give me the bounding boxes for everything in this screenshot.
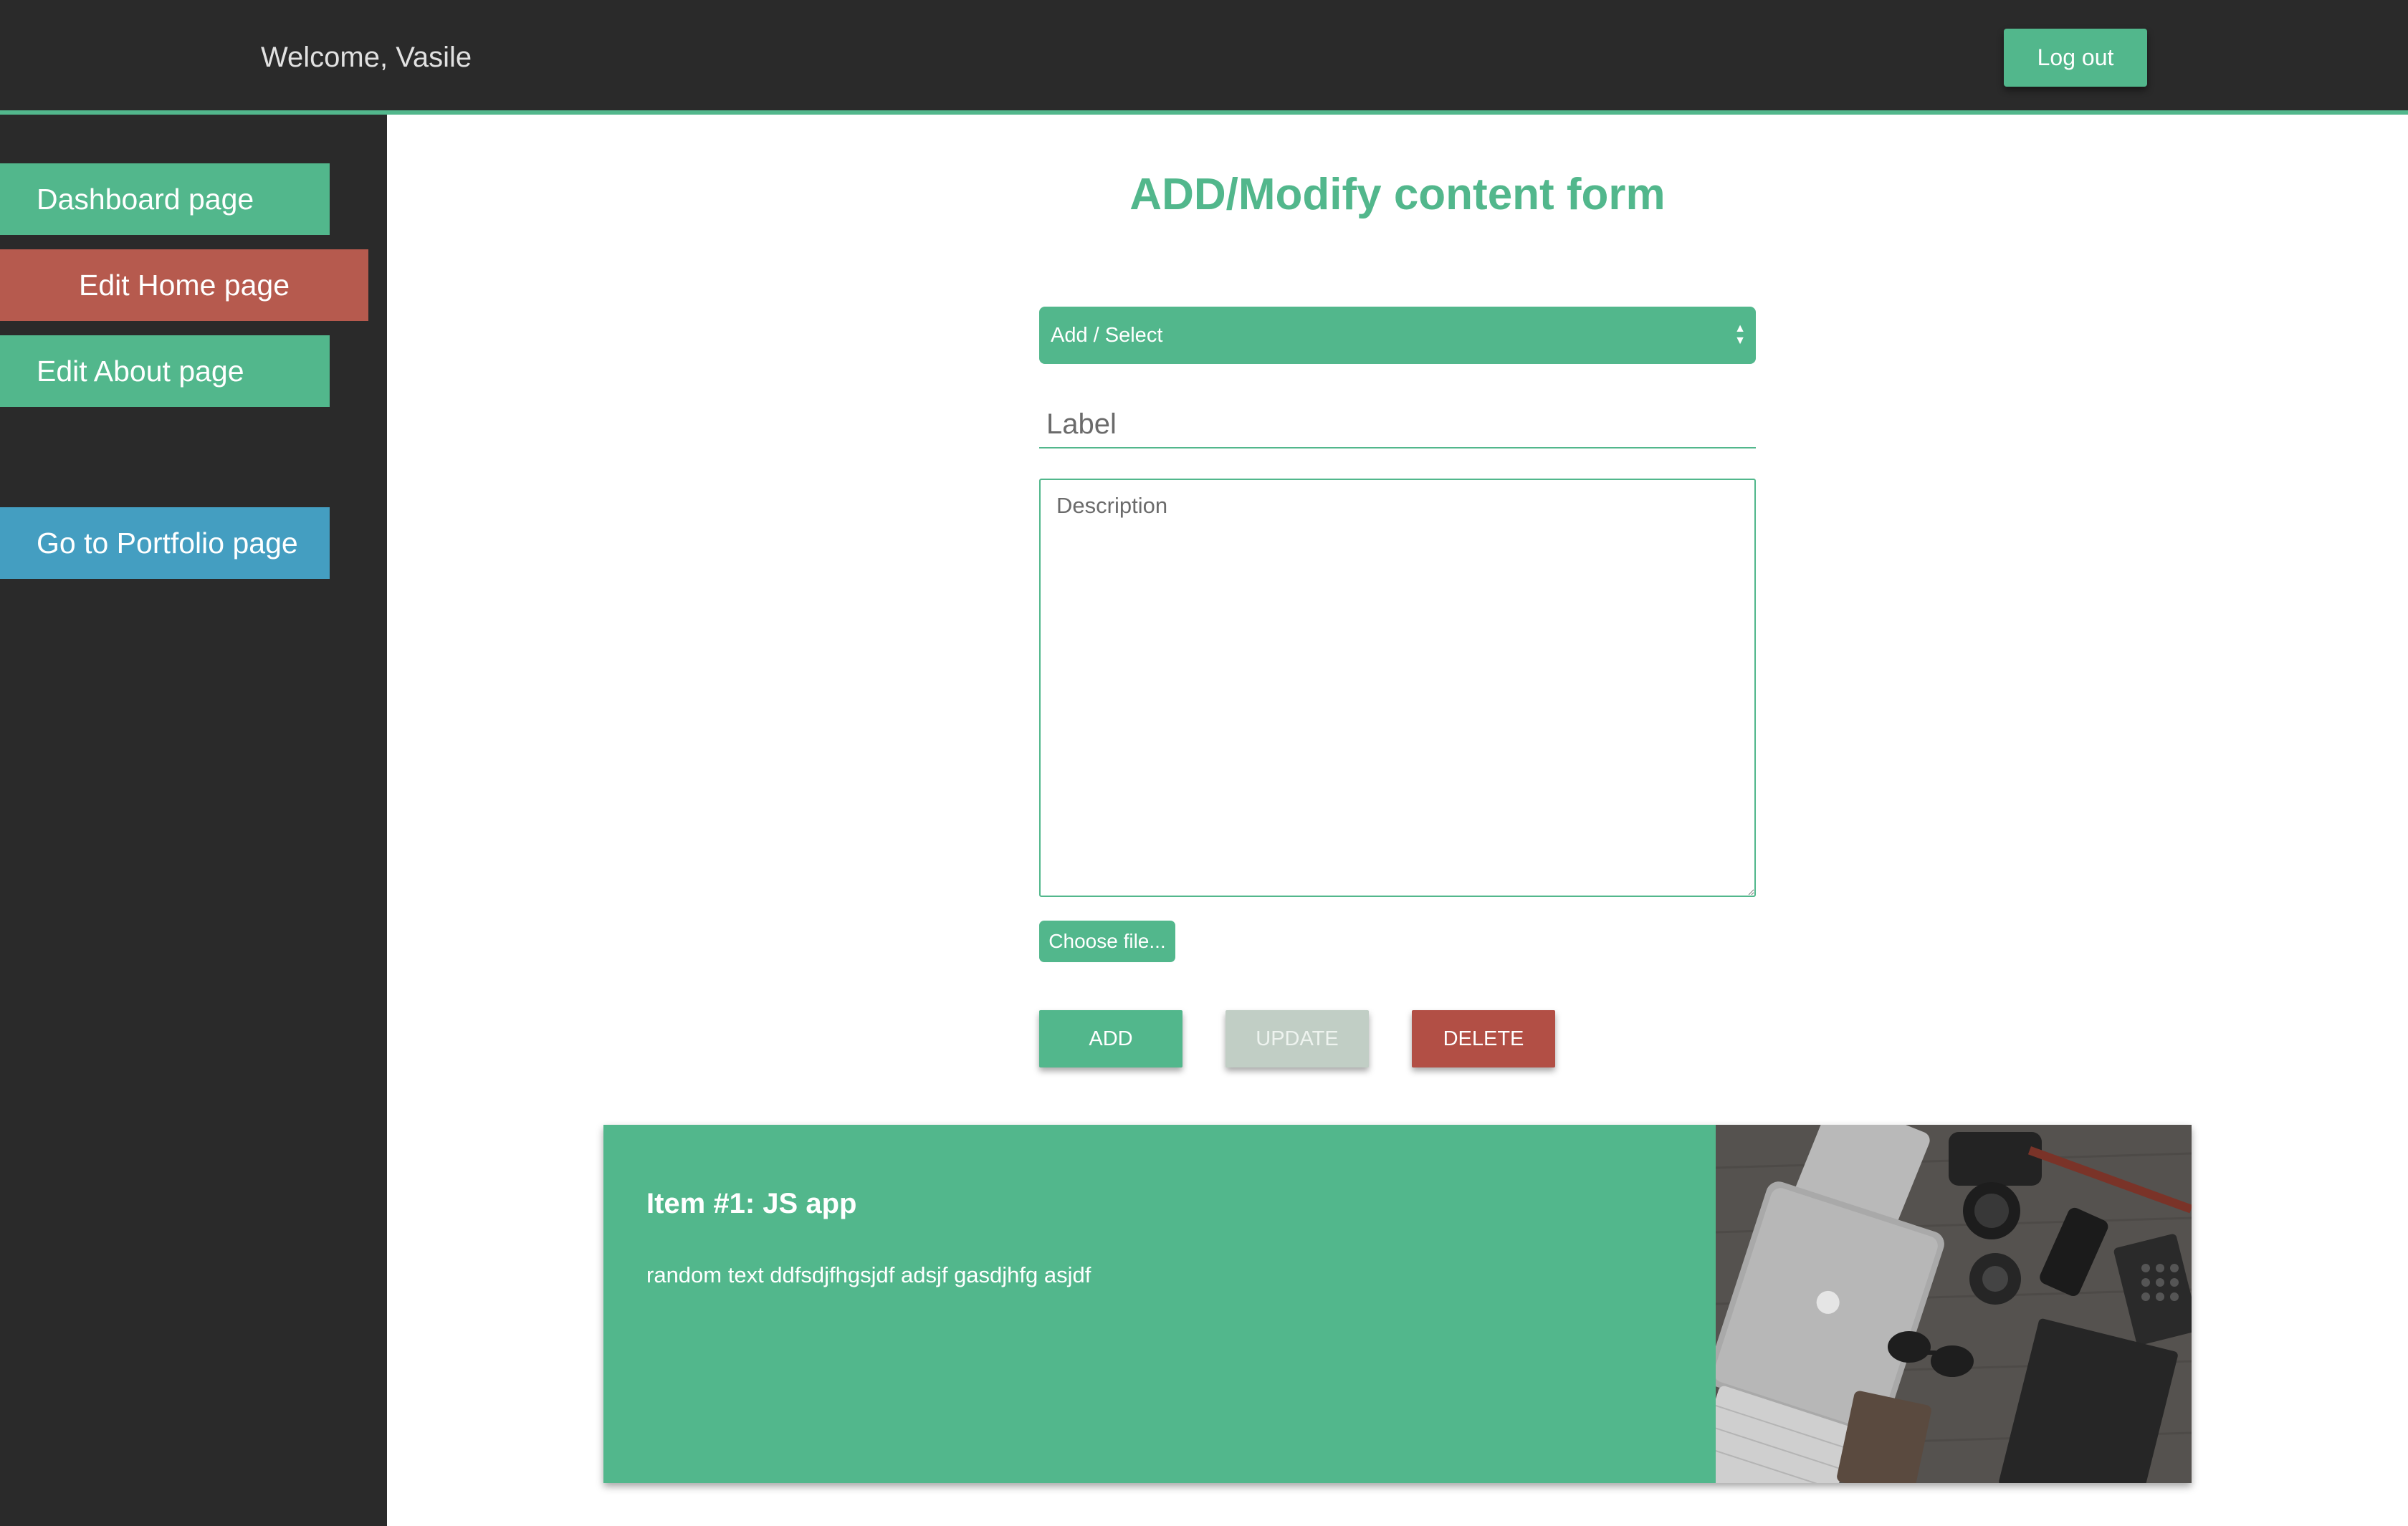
delete-button[interactable]: DELETE	[1412, 1010, 1555, 1067]
item-title: Item #1: JS app	[646, 1188, 857, 1219]
sidebar-item-portfolio[interactable]: Go to Portfolio page	[0, 507, 330, 579]
item-image	[1691, 1125, 2192, 1483]
sidebar-item-dashboard[interactable]: Dashboard page	[0, 163, 330, 235]
select-value: Add / Select	[1051, 324, 1163, 347]
description-textarea[interactable]	[1039, 479, 1756, 897]
item-description: random text ddfsdjfhgsjdf adsjf gasdjhfg…	[646, 1262, 1091, 1287]
top-bar: Welcome, Vasile Log out	[0, 0, 2408, 115]
add-button[interactable]: ADD	[1039, 1010, 1182, 1067]
sidebar-item-edit-home[interactable]: Edit Home page	[0, 249, 368, 321]
logout-button[interactable]: Log out	[2004, 29, 2147, 87]
sidebar: Dashboard page Edit Home page Edit About…	[0, 115, 387, 1526]
select-arrows-icon: ▲ ▼	[1734, 322, 1746, 347]
update-button[interactable]: UPDATE	[1226, 1010, 1369, 1067]
sidebar-item-edit-about[interactable]: Edit About page	[0, 335, 330, 407]
item-card: Item #1: JS app random text ddfsdjfhgsjd…	[603, 1125, 2192, 1483]
welcome-text: Welcome, Vasile	[261, 42, 472, 73]
content-select[interactable]: Add / Select ▲ ▼	[1039, 307, 1756, 364]
choose-file-button[interactable]: Choose file...	[1039, 921, 1175, 962]
label-input[interactable]	[1039, 401, 1756, 448]
desk-photo-illustration	[1691, 1125, 2192, 1483]
form-title: ADD/Modify content form	[1129, 170, 1666, 219]
